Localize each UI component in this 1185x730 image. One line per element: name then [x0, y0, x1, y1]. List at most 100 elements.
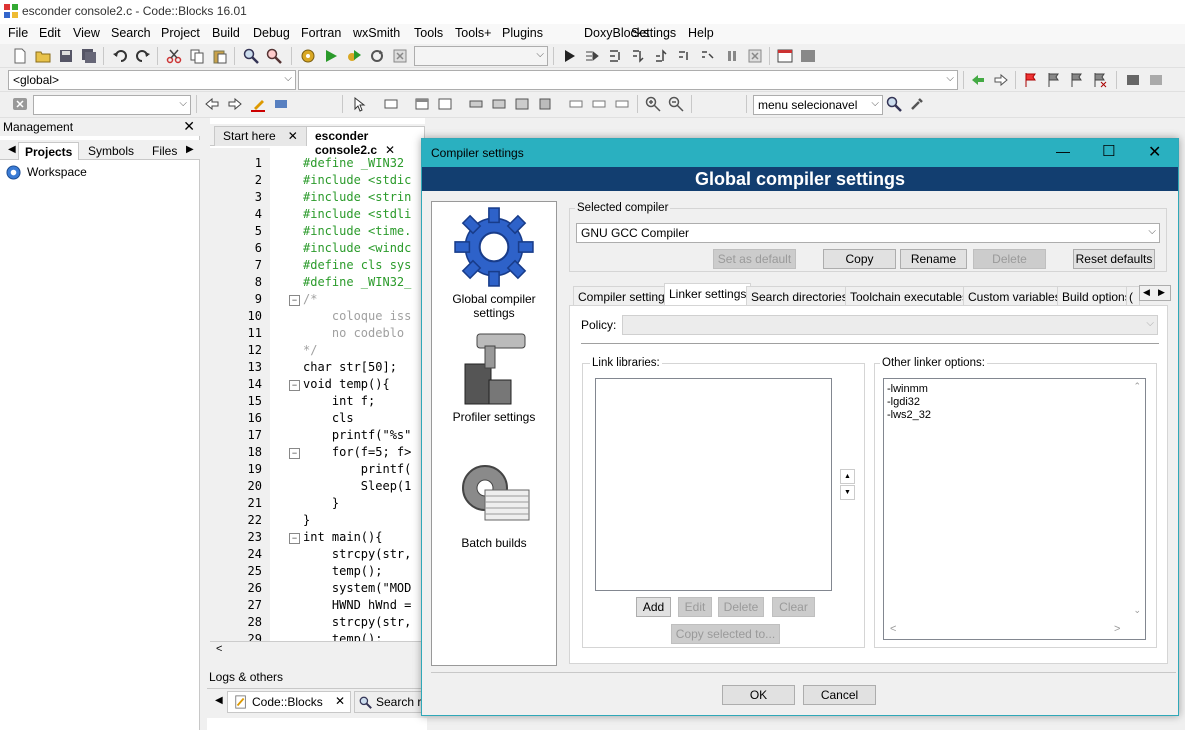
arrow-right-icon[interactable] [227, 96, 243, 112]
copy-button[interactable]: Copy [823, 249, 896, 269]
tab-compiler-settings[interactable]: Compiler settings [573, 286, 676, 306]
tab-toolchain-executables[interactable]: Toolchain executables [845, 286, 974, 306]
next-instruction-icon[interactable] [676, 48, 692, 64]
tab-symbols[interactable]: Symbols [82, 142, 140, 160]
category-batch-builds[interactable]: Batch builds [432, 460, 556, 550]
menu-selector-combo[interactable]: menu selecionavel ⌵ [753, 95, 883, 115]
pause-icon[interactable] [724, 48, 740, 64]
edit-library-button[interactable]: Edit [678, 597, 712, 617]
copy-icon[interactable] [189, 48, 205, 64]
run-to-cursor-icon[interactable] [584, 48, 600, 64]
delete-compiler-button[interactable]: Delete [973, 249, 1046, 269]
scroll-left-icon[interactable]: < [890, 623, 896, 635]
clear-bookmarks-icon[interactable] [1092, 72, 1108, 88]
stop-debug-icon[interactable] [747, 48, 763, 64]
step-instruction-icon[interactable] [699, 48, 715, 64]
uncomment-icon[interactable] [1148, 72, 1164, 88]
zoom-out-icon[interactable] [668, 96, 684, 112]
toggle-comment-icon[interactable] [1125, 72, 1141, 88]
scroll-up-icon[interactable]: ⌃ [1133, 381, 1141, 392]
horizontal-scrollbar[interactable]: < [210, 641, 425, 658]
rename-button[interactable]: Rename [900, 249, 967, 269]
open-icon[interactable] [35, 48, 51, 64]
menu-help[interactable]: Help [688, 26, 714, 40]
tab-scroll-buttons[interactable]: ◀ ▶ [1139, 285, 1171, 301]
menu-project[interactable]: Project [161, 26, 200, 40]
scope-combo[interactable]: <global> ⌵ [8, 70, 296, 90]
tab-start-here[interactable]: Start here ✕ [214, 126, 307, 146]
fold-toggle-icon[interactable]: − [289, 295, 300, 306]
tab-codeblocks-log[interactable]: Code::Blocks ✕ [227, 691, 351, 713]
jump-back-icon[interactable] [970, 72, 986, 88]
move-up-button[interactable]: ▲ [840, 469, 855, 484]
paste-icon[interactable] [212, 48, 228, 64]
tab-scroll-right-icon[interactable]: ▶ [180, 142, 200, 160]
menu-view[interactable]: View [73, 26, 100, 40]
next-bookmark-icon[interactable] [1069, 72, 1085, 88]
tab-files[interactable]: Files [146, 142, 183, 160]
ok-button[interactable]: OK [722, 685, 795, 705]
category-profiler[interactable]: Profiler settings [432, 330, 556, 426]
clear-libraries-button[interactable]: Clear [772, 597, 815, 617]
jump-forward-icon[interactable] [993, 72, 1009, 88]
menu-edit[interactable]: Edit [39, 26, 61, 40]
function-combo[interactable]: ⌵ [298, 70, 958, 90]
replace-icon[interactable] [266, 48, 282, 64]
toggle-bookmark-icon[interactable] [1023, 72, 1039, 88]
menu-search[interactable]: Search [111, 26, 151, 40]
cancel-button[interactable]: Cancel [803, 685, 876, 705]
selected-text-icon[interactable] [273, 96, 289, 112]
menu-debug[interactable]: Debug [253, 26, 290, 40]
widget-b-icon[interactable] [591, 96, 607, 112]
menu-build[interactable]: Build [212, 26, 240, 40]
add-library-button[interactable]: Add [636, 597, 671, 617]
minimize-icon[interactable]: — [1056, 143, 1070, 159]
tab-search-directories[interactable]: Search directories [746, 286, 853, 306]
abort-icon[interactable] [392, 48, 408, 64]
tab-esconder-console2[interactable]: esconder console2.c ✕ [306, 126, 425, 157]
close-icon[interactable]: ✕ [1148, 142, 1161, 162]
tab-scroll-right-icon[interactable]: ▶ [1158, 287, 1165, 298]
dialog-icon[interactable] [414, 96, 430, 112]
menu-settings[interactable]: Settings [631, 26, 676, 40]
compiler-select[interactable]: GNU GCC Compiler ⌵ [576, 223, 1160, 243]
tab-projects[interactable]: Projects [18, 142, 80, 160]
cut-icon[interactable] [166, 48, 182, 64]
category-global-compiler[interactable]: Global compiler settings [432, 206, 556, 320]
zoom-in-icon[interactable] [645, 96, 661, 112]
menu-plugins[interactable]: Plugins [502, 26, 543, 40]
scroll-down-icon[interactable]: ⌄ [1133, 605, 1141, 616]
fold-toggle-icon[interactable]: − [289, 380, 300, 391]
save-icon[interactable] [58, 48, 74, 64]
debug-windows-icon[interactable] [777, 48, 793, 64]
layout-box-icon[interactable] [537, 96, 553, 112]
close-icon[interactable]: ✕ [288, 129, 298, 143]
menu-fortran[interactable]: Fortran [301, 26, 341, 40]
highlight-icon[interactable] [250, 96, 266, 112]
layout-v-icon[interactable] [491, 96, 507, 112]
close-icon[interactable]: ✕ [385, 143, 395, 157]
build-and-run-icon[interactable] [346, 48, 362, 64]
prev-bookmark-icon[interactable] [1046, 72, 1062, 88]
redo-icon[interactable] [135, 48, 151, 64]
save-all-icon[interactable] [81, 48, 97, 64]
delete-library-button[interactable]: Delete [718, 597, 764, 617]
clear-search-icon[interactable] [12, 96, 28, 112]
close-icon[interactable]: ✕ [183, 118, 195, 135]
widget-c-icon[interactable] [614, 96, 630, 112]
undo-icon[interactable] [112, 48, 128, 64]
menu-tools[interactable]: Tools [414, 26, 443, 40]
pointer-icon[interactable] [351, 96, 367, 112]
build-target-combo[interactable]: ⌵ [414, 46, 548, 66]
search-icon[interactable] [886, 96, 902, 112]
tab-build-options[interactable]: Build options [1057, 286, 1136, 306]
arrow-left-icon[interactable] [204, 96, 220, 112]
tab-custom-variables[interactable]: Custom variables [963, 286, 1066, 306]
fold-toggle-icon[interactable]: − [289, 533, 300, 544]
next-line-icon[interactable] [607, 48, 623, 64]
link-libraries-list[interactable] [595, 378, 832, 591]
scroll-right-icon[interactable]: > [1114, 623, 1120, 635]
step-into-icon[interactable] [630, 48, 646, 64]
close-icon[interactable]: ✕ [335, 694, 345, 708]
layout-h-icon[interactable] [468, 96, 484, 112]
